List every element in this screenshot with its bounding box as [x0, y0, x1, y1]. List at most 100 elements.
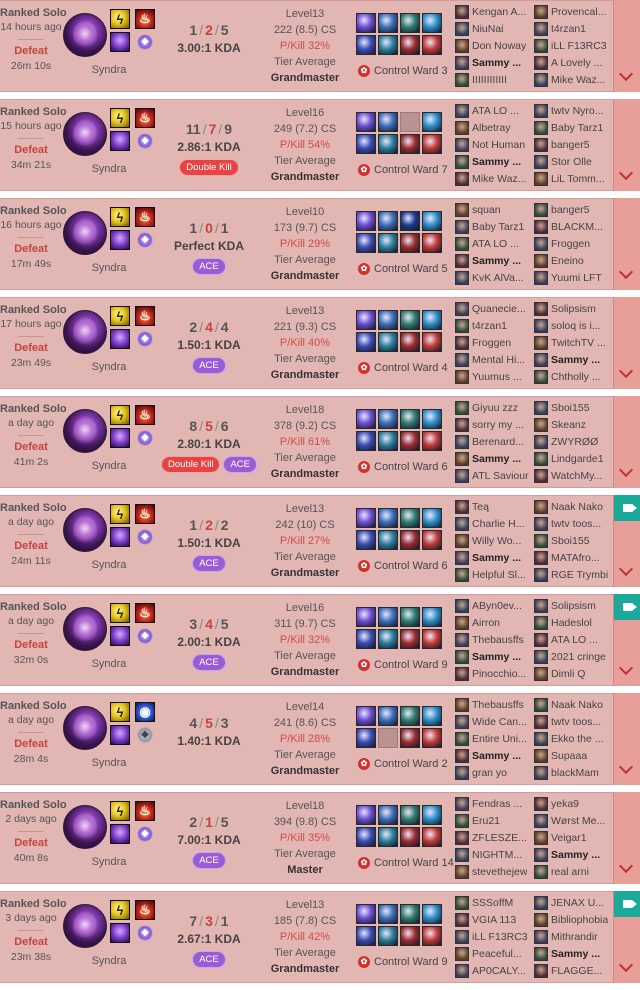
item-slot-icon[interactable]	[400, 607, 420, 627]
team-player[interactable]: Berenard...	[455, 433, 533, 450]
team-player[interactable]: Bibliophobia	[534, 911, 612, 928]
item-slot-icon[interactable]	[356, 134, 376, 154]
player-name[interactable]: Mike Waz...	[551, 74, 605, 86]
team-player[interactable]: Sammy ...	[455, 252, 533, 269]
team-player[interactable]: banger5	[534, 201, 612, 218]
item-slot-icon[interactable]	[400, 728, 420, 748]
player-name[interactable]: real arni	[551, 866, 589, 878]
item-slot-icon[interactable]	[422, 728, 442, 748]
item-slot-icon[interactable]	[378, 211, 398, 231]
video-button[interactable]	[614, 891, 640, 917]
detail-toggle[interactable]	[613, 594, 640, 686]
team-player[interactable]: Naak Nako	[534, 498, 612, 515]
player-name[interactable]: Sboi155	[551, 402, 590, 414]
player-name[interactable]: Quanecie...	[472, 303, 526, 315]
item-slot-icon[interactable]	[356, 211, 376, 231]
player-name[interactable]: t4rzan1	[551, 23, 586, 35]
player-name[interactable]: yeka9	[551, 798, 579, 810]
player-name[interactable]: Yuumi LFT	[551, 272, 602, 284]
player-name[interactable]: soloq is i...	[551, 320, 601, 332]
item-slot-icon[interactable]	[400, 629, 420, 649]
player-name[interactable]: Sammy ...	[472, 453, 521, 465]
player-name[interactable]: Eneino	[551, 255, 584, 267]
player-name[interactable]: Dimli Q	[551, 668, 585, 680]
detail-toggle[interactable]	[613, 0, 640, 92]
item-slot-icon[interactable]	[378, 805, 398, 825]
item-slot-icon[interactable]	[422, 35, 442, 55]
team-player[interactable]: Mental Hi...	[455, 351, 533, 368]
player-name[interactable]: Sammy ...	[472, 552, 521, 564]
item-slot-icon[interactable]	[422, 310, 442, 330]
player-name[interactable]: Sammy ...	[551, 354, 600, 366]
team-player[interactable]: t4rzan1	[534, 20, 612, 37]
match-card[interactable]: Ranked Solo a day ago Defeat 32m 0s ϟ ♨ …	[0, 594, 640, 686]
player-name[interactable]: t4rzan1	[472, 320, 507, 332]
team-player[interactable]: ATL Saviour	[455, 467, 533, 484]
player-name[interactable]: NiuNai	[472, 23, 504, 35]
player-name[interactable]: ATA LO ...	[472, 105, 519, 117]
team-player[interactable]: VGIA 113	[455, 911, 533, 928]
player-name[interactable]: ZWYRØØ	[551, 436, 598, 448]
chevron-down-icon[interactable]	[618, 561, 634, 577]
player-name[interactable]: blackMam	[551, 767, 599, 779]
team-player[interactable]: ZFLESZE...	[455, 829, 533, 846]
item-slot-icon[interactable]	[422, 607, 442, 627]
player-name[interactable]: Wørst Me...	[551, 815, 605, 827]
team-player[interactable]: Thebausffs	[455, 631, 533, 648]
champion-portrait-icon[interactable]	[63, 310, 107, 354]
item-slot-icon[interactable]	[422, 508, 442, 528]
player-name[interactable]: ATA LO ...	[472, 238, 519, 250]
team-player[interactable]: Sammy ...	[455, 54, 533, 71]
item-slot-icon[interactable]	[356, 508, 376, 528]
team-player[interactable]: Helpful Sl...	[455, 566, 533, 583]
team-player[interactable]: Froggen	[455, 334, 533, 351]
player-name[interactable]: Teą	[472, 501, 489, 513]
item-slot-icon[interactable]	[378, 904, 398, 924]
player-name[interactable]: Baby Tarz1	[551, 122, 603, 134]
item-slot-icon[interactable]	[400, 134, 420, 154]
team-player[interactable]: IIIIIIIIIIII	[455, 71, 533, 88]
team-player[interactable]: Quanecie...	[455, 300, 533, 317]
item-slot-icon[interactable]	[400, 508, 420, 528]
match-card[interactable]: Ranked Solo a day ago Defeat 28m 4s ϟ ◉ …	[0, 693, 640, 785]
item-slot-icon[interactable]	[356, 728, 376, 748]
team-player[interactable]: Entire Uni...	[455, 730, 533, 747]
item-slot-icon[interactable]	[422, 112, 442, 132]
team-player[interactable]: Mike Waz...	[534, 71, 612, 88]
team-player[interactable]: JENAX U...	[534, 894, 612, 911]
team-player[interactable]: Not Human	[455, 136, 533, 153]
team-player[interactable]: Fendras ...	[455, 795, 533, 812]
team-player[interactable]: Sammy ...	[455, 549, 533, 566]
chevron-down-icon[interactable]	[618, 165, 634, 181]
team-player[interactable]: Sboi155	[534, 399, 612, 416]
team-player[interactable]: Kengan A...	[455, 3, 533, 20]
empty-item-slot[interactable]	[400, 112, 420, 132]
player-name[interactable]: iLL F13RC3	[551, 40, 607, 52]
item-slot-icon[interactable]	[356, 310, 376, 330]
chevron-down-icon[interactable]	[618, 759, 634, 775]
team-player[interactable]: Solipsism	[534, 597, 612, 614]
player-name[interactable]: Baby Tarz1	[472, 221, 524, 233]
item-slot-icon[interactable]	[356, 530, 376, 550]
item-slot-icon[interactable]	[400, 13, 420, 33]
item-slot-icon[interactable]	[378, 233, 398, 253]
team-player[interactable]: Don Noway	[455, 37, 533, 54]
player-name[interactable]: Not Human	[472, 139, 525, 151]
player-name[interactable]: squan	[472, 204, 501, 216]
detail-toggle[interactable]	[613, 693, 640, 785]
player-name[interactable]: Lindgarde1	[551, 453, 604, 465]
player-name[interactable]: Sammy ...	[551, 849, 600, 861]
player-name[interactable]: BLACKM...	[551, 221, 603, 233]
team-player[interactable]: Yuumus ...	[455, 368, 533, 385]
player-name[interactable]: Sammy ...	[472, 156, 521, 168]
item-slot-icon[interactable]	[422, 629, 442, 649]
team-player[interactable]: Willy Wo...	[455, 532, 533, 549]
player-name[interactable]: Bibliophobia	[551, 914, 608, 926]
player-name[interactable]: Supaaa	[551, 750, 587, 762]
item-slot-icon[interactable]	[356, 706, 376, 726]
player-name[interactable]: RGE Trymbi	[551, 569, 608, 581]
player-name[interactable]: MATAfro...	[551, 552, 600, 564]
champion-portrait-icon[interactable]	[63, 706, 107, 750]
player-name[interactable]: stevethejew	[472, 866, 527, 878]
team-player[interactable]: Albetray	[455, 119, 533, 136]
